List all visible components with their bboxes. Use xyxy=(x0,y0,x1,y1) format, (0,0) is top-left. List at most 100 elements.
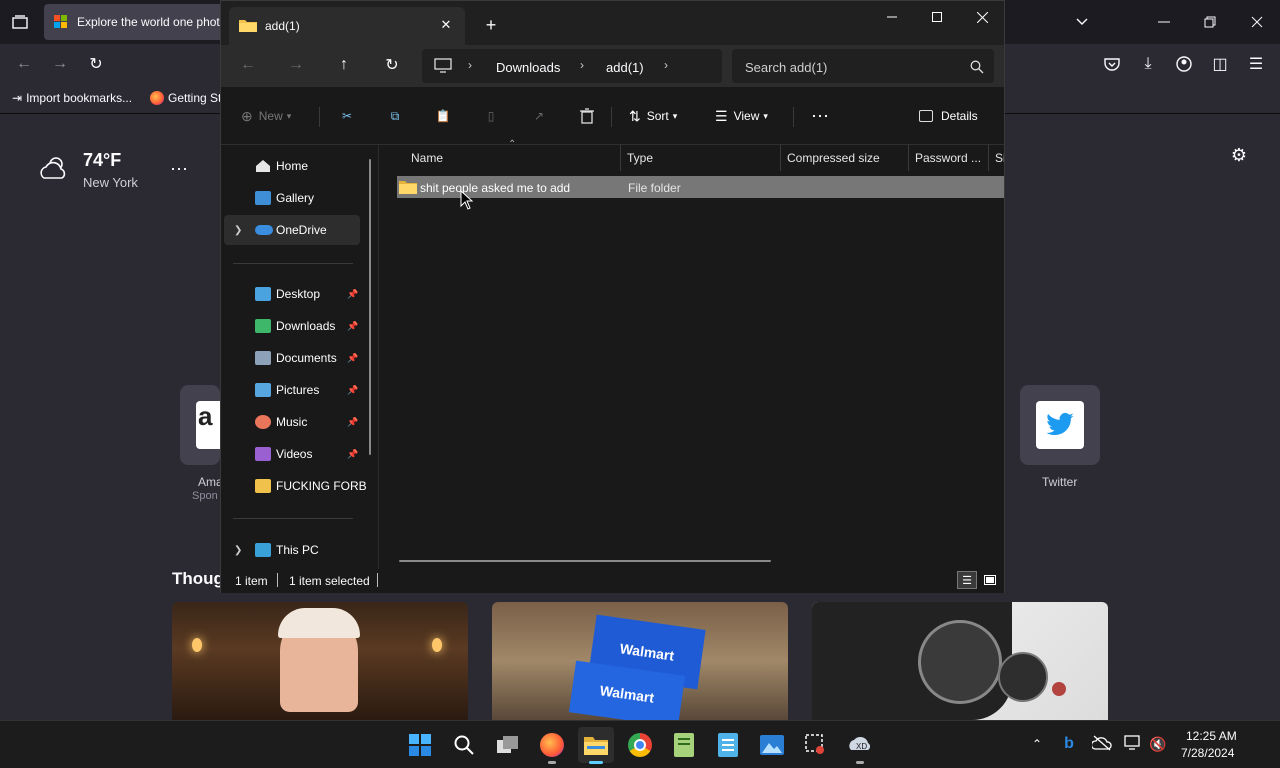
nav-videos[interactable]: Videos 📌 xyxy=(221,439,371,469)
nav-custom-folder[interactable]: FUCKING FORBI xyxy=(221,471,371,501)
refresh-icon[interactable]: ↻ xyxy=(381,55,403,75)
story-card-photo[interactable]: Walmart Walmart xyxy=(492,602,788,720)
volume-muted-icon[interactable]: 🔇 xyxy=(1148,735,1168,753)
clock-date[interactable]: 7/28/2024 xyxy=(1181,746,1234,760)
snipping-tool-icon[interactable] xyxy=(798,727,834,763)
document-icon xyxy=(255,351,271,365)
nav-documents[interactable]: Documents 📌 xyxy=(221,343,371,373)
account-icon[interactable] xyxy=(1172,54,1196,74)
menu-icon[interactable]: ☰ xyxy=(1244,54,1268,74)
pin-icon[interactable]: 📌 xyxy=(347,385,358,396)
back-icon[interactable]: ← xyxy=(237,55,259,75)
settings-gear-icon[interactable]: ⚙ xyxy=(1228,144,1250,166)
rename-icon[interactable]: ▯ xyxy=(481,101,501,131)
new-tab-plus-icon[interactable]: + xyxy=(479,15,503,35)
breadcrumb-add1[interactable]: add(1) xyxy=(606,60,644,75)
clipchamp-icon[interactable]: XD xyxy=(842,727,878,764)
copy-icon[interactable]: ⧉ xyxy=(385,101,405,131)
new-button[interactable]: ⊕ New ▾ xyxy=(241,101,291,131)
start-button[interactable] xyxy=(402,727,438,763)
expand-chevron-icon[interactable]: ❯ xyxy=(234,545,242,556)
details-view-icon[interactable]: ☰ xyxy=(957,571,977,589)
column-compressed-size[interactable]: Compressed size xyxy=(781,145,909,171)
weather-options-icon[interactable]: ⋯ xyxy=(168,158,190,180)
explorer-tab[interactable]: add(1) ✕ xyxy=(229,7,465,45)
nav-desktop[interactable]: Desktop 📌 xyxy=(221,279,371,309)
downloads-icon[interactable]: ⤓ xyxy=(1136,54,1160,74)
more-options-icon[interactable]: ⋯ xyxy=(809,101,831,131)
extensions-icon[interactable]: ◫ xyxy=(1208,54,1232,74)
view-button[interactable]: ☰ View ▾ xyxy=(715,101,768,131)
shortcut-label: Ama xyxy=(198,475,223,489)
column-name[interactable]: Name xyxy=(405,145,621,171)
search-icon[interactable] xyxy=(446,727,482,763)
chrome-icon[interactable] xyxy=(622,727,658,763)
search-icon[interactable] xyxy=(970,60,984,74)
task-view-icon[interactable] xyxy=(490,727,526,763)
delete-trash-icon[interactable] xyxy=(577,101,597,131)
shortcut-amazon[interactable]: a xyxy=(180,385,220,465)
breadcrumb-downloads[interactable]: Downloads xyxy=(496,60,560,75)
reload-icon[interactable]: ↻ xyxy=(84,54,108,74)
forward-icon[interactable]: → xyxy=(48,54,72,74)
bookmark-getting-started[interactable]: Getting St xyxy=(150,91,221,105)
list-tabs-icon[interactable] xyxy=(1070,12,1094,32)
table-row[interactable]: shit people asked me to add File folder xyxy=(397,176,1004,198)
explorer-tab-title: add(1) xyxy=(265,19,300,33)
photos-icon[interactable] xyxy=(754,727,790,763)
tiles-view-icon[interactable] xyxy=(980,571,1000,589)
horizontal-scrollbar[interactable] xyxy=(399,560,771,562)
file-explorer-taskbar-icon[interactable] xyxy=(578,727,614,764)
share-icon[interactable]: ↗ xyxy=(529,101,549,131)
expand-chevron-icon[interactable]: ❯ xyxy=(234,225,242,236)
up-arrow-icon[interactable]: ↑ xyxy=(333,55,355,75)
column-type[interactable]: Type xyxy=(621,145,781,171)
onedrive-offline-icon[interactable] xyxy=(1090,735,1112,753)
close-icon[interactable] xyxy=(1245,12,1269,32)
pin-icon[interactable]: 📌 xyxy=(347,353,358,364)
pin-icon[interactable]: 📌 xyxy=(347,417,358,428)
forward-icon[interactable]: → xyxy=(285,55,307,75)
bookmark-import[interactable]: ⇥ Import bookmarks... xyxy=(12,91,132,105)
shortcut-twitter[interactable] xyxy=(1020,385,1100,465)
close-window-icon[interactable] xyxy=(971,7,993,27)
clock-time[interactable]: 12:25 AM xyxy=(1186,729,1237,743)
close-tab-icon[interactable]: ✕ xyxy=(437,17,455,33)
column-password[interactable]: Password ... xyxy=(909,145,989,171)
story-card-photo[interactable] xyxy=(172,602,468,720)
paste-icon[interactable]: 📋 xyxy=(433,101,453,131)
tab-overview-icon[interactable] xyxy=(8,12,32,32)
pin-icon[interactable]: 📌 xyxy=(347,321,358,332)
maximize-icon[interactable] xyxy=(926,7,948,27)
sort-button[interactable]: ⇅ Sort ▾ xyxy=(629,101,677,131)
bing-icon[interactable]: b xyxy=(1060,733,1078,755)
nav-downloads[interactable]: Downloads 📌 xyxy=(221,311,371,341)
notepad-plus-icon[interactable] xyxy=(666,727,702,763)
cut-icon[interactable]: ✂ xyxy=(337,101,357,131)
show-hidden-icons-chevron-icon[interactable]: ⌃ xyxy=(1028,735,1046,753)
pin-icon[interactable]: 📌 xyxy=(347,449,358,460)
nav-onedrive[interactable]: ❯ OneDrive xyxy=(224,215,360,245)
details-button[interactable]: Details xyxy=(919,101,978,131)
notepad-icon[interactable] xyxy=(710,727,746,763)
nav-scrollbar[interactable] xyxy=(369,159,371,455)
search-input[interactable]: Search add(1) xyxy=(732,49,994,83)
minimize-icon[interactable] xyxy=(881,7,903,27)
minimize-icon[interactable] xyxy=(1152,12,1176,32)
restore-icon[interactable] xyxy=(1198,12,1222,32)
nav-home[interactable]: Home xyxy=(221,151,371,181)
network-icon[interactable] xyxy=(1124,735,1144,753)
story-card-photo[interactable] xyxy=(812,602,1108,720)
breadcrumb[interactable]: › Downloads › add(1) › xyxy=(422,49,722,83)
nav-gallery[interactable]: Gallery xyxy=(221,183,371,213)
firefox-taskbar-icon[interactable] xyxy=(534,727,570,764)
back-icon[interactable]: ← xyxy=(12,54,36,74)
folder-icon xyxy=(399,180,417,194)
pocket-icon[interactable] xyxy=(1100,54,1124,74)
divider xyxy=(611,107,612,127)
column-size[interactable]: Si xyxy=(989,145,1004,171)
nav-pictures[interactable]: Pictures 📌 xyxy=(221,375,371,405)
nav-this-pc[interactable]: ❯ This PC xyxy=(221,535,371,565)
nav-music[interactable]: Music 📌 xyxy=(221,407,371,437)
pin-icon[interactable]: 📌 xyxy=(347,289,358,300)
